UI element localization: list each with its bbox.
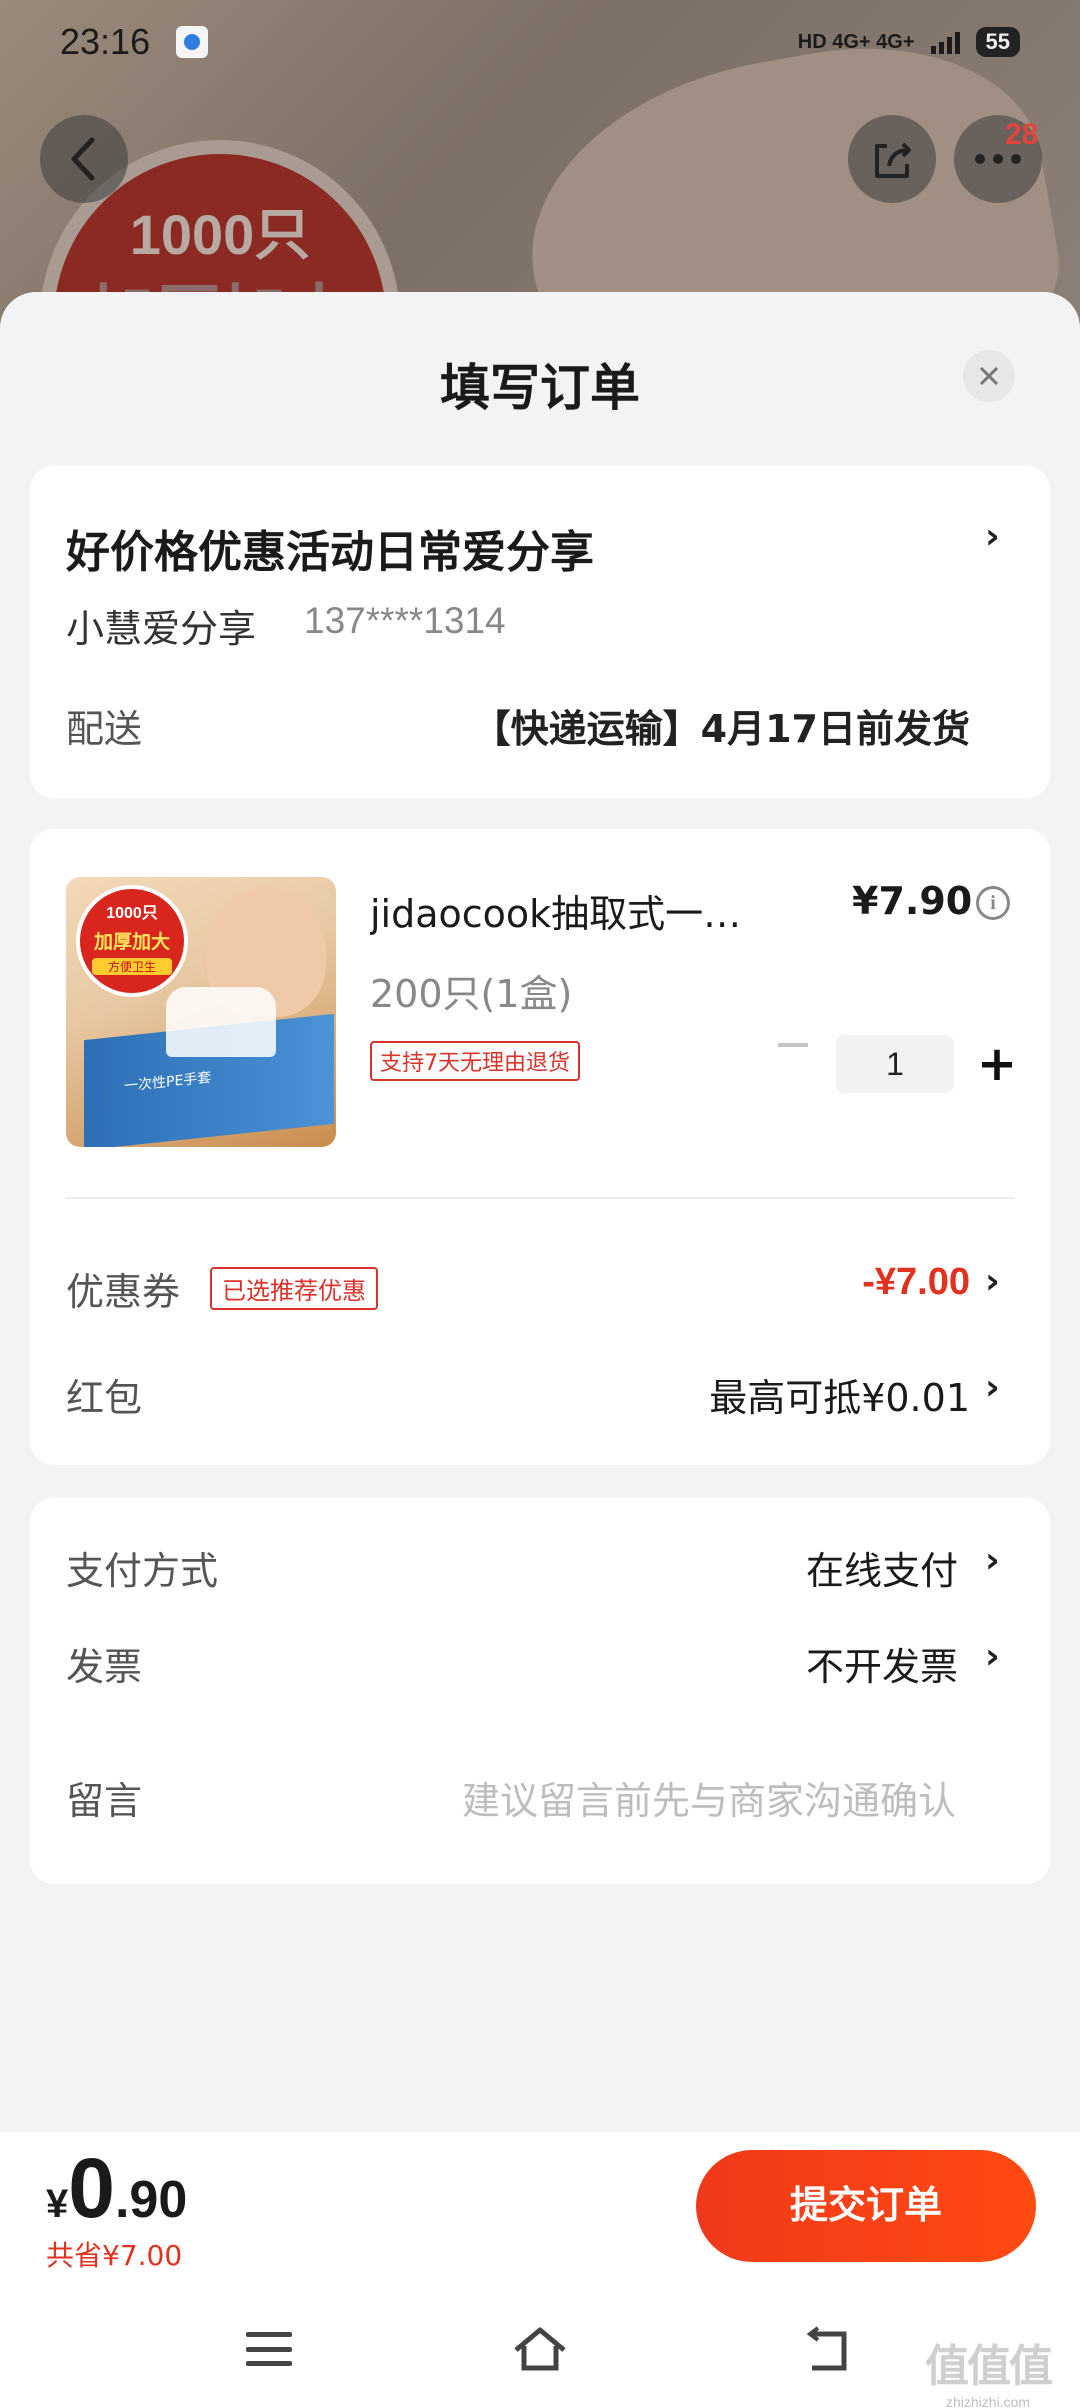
redpacket-label: 红包 bbox=[66, 1376, 143, 1420]
payment-method-label: 支付方式 bbox=[66, 1549, 219, 1593]
shipping-label: 配送 bbox=[66, 707, 143, 751]
share-icon bbox=[875, 142, 911, 178]
banner-badge-line1: 1000只 bbox=[129, 203, 311, 266]
menu-icon[interactable] bbox=[246, 2332, 292, 2366]
product-seal-line1: 1000只 bbox=[106, 905, 158, 922]
address-title: 好价格优惠活动日常爱分享 bbox=[66, 527, 594, 578]
product-image: 一次性PE手套 1000只 加厚加大 方便卫生 bbox=[66, 877, 336, 1147]
back-arrow-icon bbox=[71, 137, 95, 181]
chevron-right-icon[interactable]: › bbox=[985, 1367, 1000, 1408]
total-price: ¥ 0 .90 bbox=[46, 2140, 187, 2237]
product-spec: 200只(1盒) bbox=[370, 972, 573, 1016]
product-name: jidaocook抽取式一次性PE手套 bbox=[370, 892, 770, 936]
signal-icon bbox=[930, 30, 960, 54]
system-nav-bar: 值值值 zhizhizhi.com bbox=[0, 2302, 1080, 2408]
app-notification-icon bbox=[176, 26, 209, 58]
status-time: 23:16 bbox=[60, 21, 151, 62]
currency-symbol: ¥ bbox=[46, 2182, 69, 2226]
chevron-right-icon: › bbox=[985, 516, 1000, 557]
order-sheet: 填写订单 好价格优惠活动日常爱分享 › 小慧爱分享 137****1314 配送… bbox=[0, 292, 1080, 2132]
status-bar: 23:16 HD 4G+ 4G+ 55 bbox=[0, 0, 1080, 84]
chevron-right-icon[interactable]: › bbox=[985, 1540, 1000, 1581]
coupon-label: 优惠券 bbox=[66, 1270, 181, 1314]
product-card: 一次性PE手套 1000只 加厚加大 方便卫生 jidaocook抽取式一次性P… bbox=[30, 829, 1050, 1465]
watermark-text: zhizhizhi.com bbox=[945, 2394, 1031, 2408]
watermark: 值值值 zhizhizhi.com bbox=[925, 2330, 1053, 2408]
page-title: 填写订单 bbox=[440, 359, 640, 417]
total-decimal: .90 bbox=[114, 2171, 188, 2229]
saved-amount: 共省¥7.00 bbox=[46, 2239, 183, 2272]
close-icon bbox=[979, 366, 999, 386]
notification-badge: 28 bbox=[1005, 118, 1039, 151]
invoice-value[interactable]: 不开发票 bbox=[806, 1636, 958, 1691]
plus-icon[interactable]: + bbox=[976, 1035, 1018, 1093]
share-button[interactable] bbox=[848, 115, 936, 203]
status-indicators: HD 4G+ 4G+ 55 bbox=[798, 27, 1020, 57]
submit-order-button[interactable]: 提交订单 bbox=[696, 2150, 1036, 2262]
quantity-input[interactable]: 1 bbox=[836, 1035, 954, 1093]
info-icon[interactable]: i bbox=[976, 886, 1010, 920]
coupon-tag: 已选推荐优惠 bbox=[210, 1267, 378, 1310]
product-price: ¥7.90 bbox=[852, 879, 973, 923]
battery-icon: 55 bbox=[975, 27, 1020, 57]
note-label: 留言 bbox=[66, 1779, 143, 1823]
divider bbox=[66, 1197, 1014, 1199]
return-policy-tag: 支持7天无理由退货 bbox=[370, 1041, 580, 1081]
more-icon bbox=[975, 154, 1021, 164]
product-seal: 1000只 加厚加大 方便卫生 bbox=[76, 885, 188, 997]
shipping-value: 【快递运输】4月17日前发货 bbox=[472, 707, 970, 751]
product-seal-line2: 加厚加大 bbox=[93, 931, 170, 953]
product-seal-line3: 方便卫生 bbox=[92, 958, 172, 975]
redpacket-value[interactable]: 最高可抵¥0.01 bbox=[709, 1367, 970, 1422]
payment-card: 支付方式 在线支付 › 发票 不开发票 › 留言 建议留言前先与商家沟通确认 bbox=[30, 1498, 1050, 1884]
back-nav-icon[interactable] bbox=[800, 2326, 850, 2372]
note-input[interactable]: 建议留言前先与商家沟通确认 bbox=[462, 1770, 956, 1825]
product-box-label: 一次性PE手套 bbox=[124, 1069, 212, 1095]
minus-icon[interactable] bbox=[778, 1043, 808, 1047]
coupon-value[interactable]: -¥7.00 bbox=[862, 1261, 970, 1304]
close-button[interactable] bbox=[963, 350, 1015, 402]
back-button[interactable] bbox=[40, 115, 128, 203]
total-integer: 0 bbox=[68, 2141, 115, 2235]
recipient-phone: 137****1314 bbox=[304, 600, 506, 641]
payment-method-value[interactable]: 在线支付 bbox=[806, 1540, 958, 1595]
invoice-label: 发票 bbox=[66, 1645, 143, 1689]
network-label: HD 4G+ 4G+ bbox=[797, 30, 915, 53]
address-card[interactable]: 好价格优惠活动日常爱分享 › 小慧爱分享 137****1314 配送 【快递运… bbox=[30, 466, 1050, 798]
watermark-logo: 值值值 bbox=[925, 2341, 1053, 2392]
chevron-right-icon[interactable]: › bbox=[985, 1636, 1000, 1677]
recipient-name: 小慧爱分享 bbox=[66, 607, 257, 651]
chevron-right-icon[interactable]: › bbox=[985, 1261, 1000, 1302]
checkout-bar: ¥ 0 .90 共省¥7.00 提交订单 值值值 zhizhizhi.com bbox=[0, 2132, 1080, 2408]
home-icon[interactable] bbox=[512, 2326, 568, 2372]
